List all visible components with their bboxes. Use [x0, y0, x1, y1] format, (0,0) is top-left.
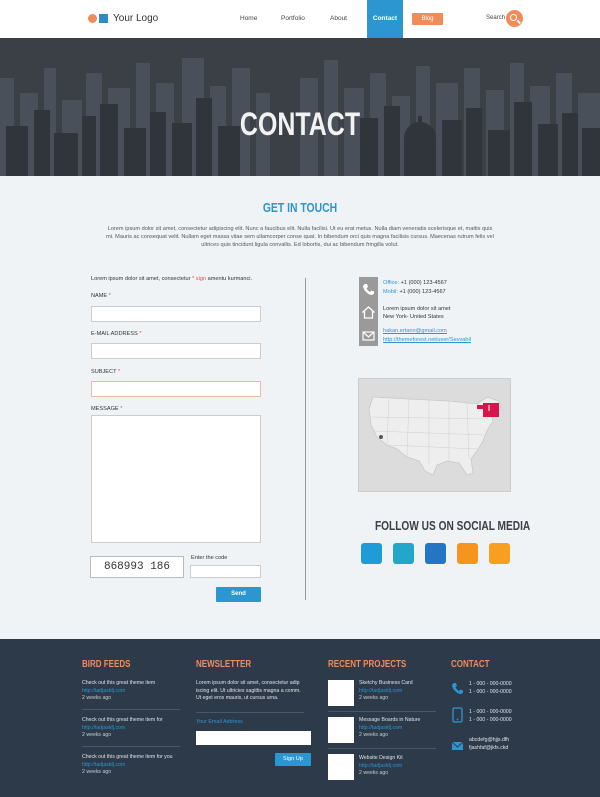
contact-icon-bar: [359, 277, 378, 346]
social-icon-2[interactable]: [393, 543, 414, 564]
mobile-phone: Mobil: +1 (000) 123-4567: [383, 289, 446, 295]
newsletter-text: Lorem ipsum dolor sit amet, consectetur …: [196, 680, 301, 701]
nav-portfolio[interactable]: Portfolio: [281, 15, 305, 22]
subject-label: SUBJECT *: [91, 369, 121, 375]
location-map[interactable]: [358, 378, 511, 492]
newsletter-email-input[interactable]: [196, 731, 311, 745]
feed-item: Check out this great theme item for http:…: [82, 717, 163, 738]
search-icon: [510, 14, 517, 21]
footer-phones: 1 - 000 - 000-0000 1 - 000 - 000-0000: [469, 681, 512, 695]
send-button[interactable]: Send: [216, 587, 261, 602]
home-icon: [362, 306, 375, 319]
phone-icon: [363, 284, 374, 295]
footer-mobiles: 1 - 000 - 000-0000 1 - 000 - 000-0000: [469, 709, 512, 723]
logo-text: Your Logo: [113, 13, 159, 24]
bird-feeds-heading: BIRD FEEDS: [82, 659, 131, 670]
logo[interactable]: Your Logo: [88, 13, 158, 24]
name-label: NAME *: [91, 293, 111, 299]
feed-item: Check out this great theme item for you h…: [82, 754, 173, 775]
search-button[interactable]: [506, 10, 523, 27]
email-link[interactable]: hakan.ertann@gmail.com: [383, 328, 447, 334]
project-item: Website Design Kit http://tadjaskfj.com 2 …: [359, 755, 403, 776]
intro-text: Lorem ipsum dolor sit amet, consectetur …: [106, 226, 494, 248]
address-line2: New York- United States: [383, 314, 444, 320]
phone-icon: [452, 683, 463, 694]
social-icon-4[interactable]: [457, 543, 478, 564]
header: Your Logo Home Portfolio About Contact B…: [0, 0, 600, 38]
mail-icon: [451, 741, 464, 750]
project-thumbnail[interactable]: [328, 754, 354, 780]
email-link-wrap: hakan.ertann@gmail.com: [383, 327, 447, 335]
message-label: MESSAGE *: [91, 406, 123, 412]
section-heading: GET IN TOUCH: [262, 200, 338, 215]
nav-contact[interactable]: Contact: [367, 0, 403, 38]
email-label: E-MAIL ADDRESS *: [91, 331, 142, 337]
recent-projects-heading: RECENT PROJECTS: [328, 659, 407, 670]
social-icon-1[interactable]: [361, 543, 382, 564]
search-label: Search: [486, 15, 506, 21]
newsletter-email-label: Your Email Address: [196, 719, 243, 725]
email-field[interactable]: [91, 343, 261, 359]
url-link-wrap: http://themeforest.net/user/Sevvahil: [383, 336, 471, 344]
captcha-image: 868993 186: [90, 556, 184, 578]
newsletter-heading: NEWSLETTER: [196, 659, 252, 670]
project-item: Sketchy Business Card http://tadjaskfj.co…: [359, 680, 413, 701]
social-icon-3[interactable]: [425, 543, 446, 564]
subject-field[interactable]: [91, 381, 261, 397]
message-textarea[interactable]: [91, 415, 261, 543]
name-field[interactable]: [91, 306, 261, 322]
signup-button[interactable]: Sign Up: [275, 753, 311, 766]
footer-contact-heading: CONTACT: [451, 659, 490, 670]
captcha-label: Enter the code: [191, 555, 228, 561]
nav-home[interactable]: Home: [240, 15, 257, 22]
logo-square-icon: [99, 14, 108, 23]
project-thumbnail[interactable]: [328, 680, 354, 706]
project-thumbnail[interactable]: [328, 717, 354, 743]
form-note: Lorem ipsum dolor sit amet, consectetur …: [91, 276, 253, 282]
address-line1: Lorem ipsum dolor sit amet: [383, 306, 451, 312]
nav-blog[interactable]: Blog: [412, 13, 443, 25]
usa-map: [368, 396, 502, 476]
feed-item: Check out this great theme item http://ta…: [82, 680, 156, 701]
nav-about[interactable]: About: [330, 15, 347, 22]
mobile-icon: [452, 707, 463, 723]
logo-circle-icon: [88, 14, 97, 23]
url-link[interactable]: http://themeforest.net/user/Sevvahil: [383, 337, 471, 343]
mail-icon: [362, 331, 375, 341]
social-icon-5[interactable]: [489, 543, 510, 564]
column-divider: [305, 278, 306, 600]
captcha-input[interactable]: [190, 565, 261, 578]
footer-emails: abcdefg@hjjs.dfh fjashfaf@jkfs.ckd: [469, 737, 510, 751]
hero-banner: CONTACT: [0, 38, 600, 176]
project-item: Message Boards in Nature http://tadjaskfj…: [359, 717, 421, 738]
office-phone: Office: +1 (000) 123-4567: [383, 280, 447, 286]
page-title: CONTACT: [239, 106, 361, 142]
social-heading: FOLLOW US ON SOCIAL MEDIA: [374, 518, 531, 533]
